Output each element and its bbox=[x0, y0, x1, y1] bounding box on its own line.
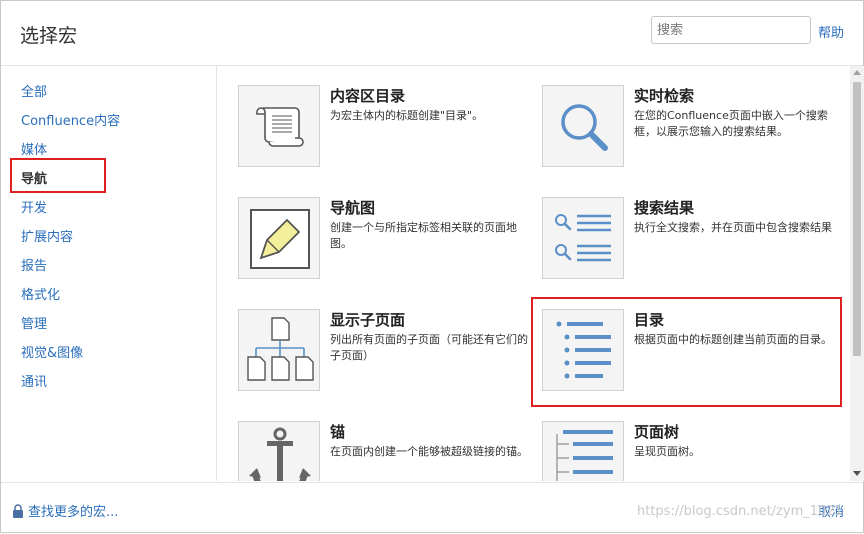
macro-name: 页面树 bbox=[634, 423, 680, 441]
macro-description: 列出所有页面的子页面（可能还有它们的子页面） bbox=[330, 333, 528, 362]
dialog-title: 选择宏 bbox=[20, 25, 78, 47]
macro-card-search-results[interactable]: 搜索结果 执行全文搜索，并在页面中包含搜索结果 bbox=[542, 197, 842, 287]
macro-name: 搜索结果 bbox=[634, 199, 695, 217]
macro-card-content-toc[interactable]: 内容区目录 为宏主体内的标题创建"目录"。 bbox=[238, 85, 538, 175]
macro-grid: 内容区目录 为宏主体内的标题创建"目录"。 实时检索 在您的Confluence… bbox=[217, 66, 849, 481]
macro-description: 执行全文搜索，并在页面中包含搜索结果 bbox=[634, 221, 832, 234]
toc-highlight-box bbox=[531, 297, 842, 407]
macro-card-children-display[interactable]: 显示子页面 列出所有页面的子页面（可能还有它们的子页面） bbox=[238, 309, 538, 399]
macro-description: 在您的Confluence页面中嵌入一个搜索框，以展示您输入的搜索结果。 bbox=[634, 109, 828, 138]
search-input[interactable] bbox=[652, 17, 807, 43]
marketplace-bag-icon bbox=[13, 504, 23, 518]
sidebar-item-confluence-content[interactable]: Confluence内容 bbox=[21, 110, 120, 129]
sidebar-item-communication[interactable]: 通讯 bbox=[21, 371, 47, 390]
scroll-down-arrow-icon[interactable] bbox=[853, 471, 861, 476]
macro-card-live-search[interactable]: 实时检索 在您的Confluence页面中嵌入一个搜索框，以展示您输入的搜索结果… bbox=[542, 85, 842, 175]
scroll-icon bbox=[238, 85, 320, 167]
macro-description: 呈现页面树。 bbox=[634, 445, 700, 458]
macro-description: 在页面内创建一个能够被超级链接的锚。 bbox=[330, 445, 528, 458]
tag-icon bbox=[238, 197, 320, 279]
macro-dialog: 选择宏 帮助 全部 Confluence内容 媒体 导航 开发 扩展内容 报告 … bbox=[0, 0, 864, 533]
tree-list-icon bbox=[542, 421, 624, 481]
macro-name: 导航图 bbox=[330, 199, 376, 217]
macro-name: 锚 bbox=[330, 423, 346, 441]
navigation-highlight-box bbox=[10, 158, 106, 193]
search-results-icon bbox=[542, 197, 624, 279]
scroll-up-arrow-icon[interactable] bbox=[853, 70, 861, 75]
magnifier-icon bbox=[542, 85, 624, 167]
find-more-macros-link[interactable]: 查找更多的宏... bbox=[12, 501, 118, 520]
sidebar-item-formatting[interactable]: 格式化 bbox=[21, 284, 60, 303]
sidebar-item-admin[interactable]: 管理 bbox=[21, 313, 47, 332]
sidebar-item-media[interactable]: 媒体 bbox=[21, 139, 47, 158]
content-scrollbar[interactable] bbox=[850, 66, 864, 481]
help-link[interactable]: 帮助 bbox=[818, 22, 844, 41]
sidebar-item-visuals-images[interactable]: 视觉&图像 bbox=[21, 342, 83, 361]
page-tree-diagram-icon bbox=[238, 309, 320, 391]
macro-card-anchor[interactable]: 锚 在页面内创建一个能够被超级链接的锚。 bbox=[238, 421, 538, 481]
sidebar-item-external-content[interactable]: 扩展内容 bbox=[21, 226, 73, 245]
anchor-icon bbox=[238, 421, 320, 481]
macro-description: 创建一个与所指定标签相关联的页面地图。 bbox=[330, 221, 517, 250]
category-sidebar: 全部 Confluence内容 媒体 导航 开发 扩展内容 报告 格式化 管理 … bbox=[1, 66, 217, 481]
search-box[interactable] bbox=[651, 16, 811, 44]
sidebar-item-all[interactable]: 全部 bbox=[21, 81, 47, 100]
dialog-header: 选择宏 帮助 bbox=[1, 1, 863, 66]
sidebar-item-reporting[interactable]: 报告 bbox=[21, 255, 47, 274]
scroll-thumb[interactable] bbox=[853, 82, 861, 356]
macro-card-navigation-map[interactable]: 导航图 创建一个与所指定标签相关联的页面地图。 bbox=[238, 197, 538, 287]
macro-card-page-tree[interactable]: 页面树 呈现页面树。 bbox=[542, 421, 842, 481]
macro-name: 显示子页面 bbox=[330, 311, 406, 329]
sidebar-item-development[interactable]: 开发 bbox=[21, 197, 47, 216]
macro-description: 为宏主体内的标题创建"目录"。 bbox=[330, 109, 484, 122]
macro-name: 内容区目录 bbox=[330, 87, 406, 105]
find-more-macros-label: 查找更多的宏... bbox=[28, 505, 119, 520]
macro-name: 实时检索 bbox=[634, 87, 695, 105]
watermark-text: https://blog.csdn.net/zym_1021 bbox=[637, 504, 843, 519]
